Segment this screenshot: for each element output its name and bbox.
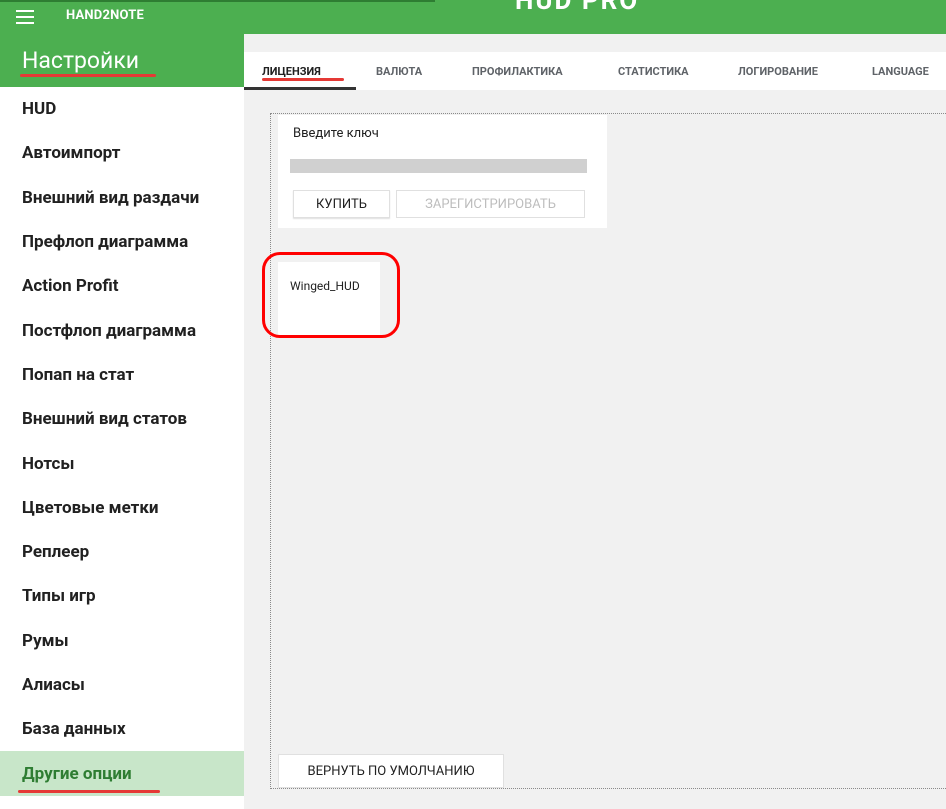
- license-key-label: Введите ключ: [293, 126, 379, 141]
- sidebar-item-label: Попап на стат: [22, 364, 135, 385]
- sidebar-item-label: Автоимпорт: [22, 143, 121, 164]
- sidebar-title-underline-annotation: [20, 74, 156, 77]
- tab-currency[interactable]: ВАЛЮТА: [356, 52, 454, 90]
- sidebar-item-label: HUD: [22, 99, 57, 120]
- sidebar-item-rooms[interactable]: Румы: [0, 619, 244, 663]
- tab-label: СТАТИСТИКА: [618, 64, 689, 78]
- sidebar-item-label: Реплеер: [22, 542, 90, 563]
- sidebar-title: Настройки: [22, 47, 140, 74]
- sidebar-item-label: Action Profit: [22, 276, 119, 297]
- sidebar-item-game-types[interactable]: Типы игр: [0, 574, 244, 618]
- sidebar-item-label: Цветовые метки: [22, 497, 159, 518]
- tab-license[interactable]: ЛИЦЕНЗИЯ: [244, 52, 356, 90]
- sidebar-item-other-options[interactable]: Другие опции: [0, 751, 244, 796]
- header-cutoff-text: HUD PRO: [515, 0, 640, 16]
- hamburger-menu-icon[interactable]: [16, 10, 34, 24]
- sidebar-nav: HUD Автоимпорт Внешний вид раздачи Префл…: [0, 87, 244, 796]
- sidebar-item-postflop-chart[interactable]: Постфлоп диаграмма: [0, 308, 244, 352]
- sidebar-header: Настройки: [0, 34, 244, 87]
- sidebar-item-replayer[interactable]: Реплеер: [0, 530, 244, 574]
- sidebar-item-label: Типы игр: [22, 586, 96, 607]
- sidebar-item-stats-appearance[interactable]: Внешний вид статов: [0, 397, 244, 441]
- tab-label: ЛИЦЕНЗИЯ: [262, 64, 321, 78]
- tab-label: ВАЛЮТА: [376, 64, 423, 78]
- sidebar-item-hud[interactable]: HUD: [0, 87, 244, 131]
- sidebar-item-autoimport[interactable]: Автоимпорт: [0, 131, 244, 175]
- tab-language[interactable]: LANGUAGE: [855, 52, 946, 90]
- tab-label: ЛОГИРОВАНИЕ: [738, 64, 818, 78]
- tab-label: ПРОФИЛАКТИКА: [472, 64, 563, 78]
- sidebar: Настройки HUD Автоимпорт Внешний вид раз…: [0, 34, 244, 809]
- sidebar-item-label: Постфлоп диаграмма: [22, 320, 197, 341]
- tab-logging[interactable]: ЛОГИРОВАНИЕ: [717, 52, 855, 90]
- sidebar-item-notes[interactable]: Нотсы: [0, 441, 244, 485]
- sidebar-item-label: Алиасы: [22, 675, 85, 695]
- register-button[interactable]: ЗАРЕГИСТРИРОВАТЬ: [396, 190, 585, 218]
- settings-tabs: ЛИЦЕНЗИЯ ВАЛЮТА ПРОФИЛАКТИКА СТАТИСТИКА …: [244, 52, 946, 90]
- sidebar-item-label: Внешний вид статов: [22, 409, 187, 430]
- tab-underline-annotation: [262, 78, 344, 81]
- sidebar-item-label: База данных: [22, 719, 126, 740]
- buy-button[interactable]: КУПИТЬ: [293, 190, 390, 218]
- top-bar-edge: [0, 0, 435, 2]
- sidebar-item-label: Румы: [22, 630, 69, 651]
- sidebar-item-database[interactable]: База данных: [0, 707, 244, 751]
- active-item-underline-annotation: [18, 789, 160, 793]
- app-window: HAND2NOTE HUD PRO Настройки HUD Автоимпо…: [0, 0, 946, 809]
- tab-maintenance[interactable]: ПРОФИЛАКТИКА: [454, 52, 600, 90]
- sidebar-item-label: Другие опции: [22, 763, 132, 784]
- sidebar-item-label: Внешний вид раздачи: [22, 187, 200, 208]
- sidebar-item-label: Нотсы: [22, 453, 75, 474]
- tab-label: LANGUAGE: [872, 64, 929, 78]
- tab-active-indicator: [244, 87, 356, 90]
- sidebar-item-preflop-chart[interactable]: Префлоп диаграмма: [0, 220, 244, 264]
- sidebar-item-label: Префлоп диаграмма: [22, 232, 189, 253]
- sidebar-item-stat-popup[interactable]: Попап на стат: [0, 353, 244, 397]
- license-name: Winged_HUD: [290, 279, 360, 293]
- license-key-input[interactable]: [290, 159, 587, 173]
- sidebar-item-hand-appearance[interactable]: Внешний вид раздачи: [0, 176, 244, 220]
- app-title: HAND2NOTE: [66, 8, 144, 23]
- sidebar-item-action-profit[interactable]: Action Profit: [0, 264, 244, 308]
- top-bar: HAND2NOTE HUD PRO: [0, 0, 946, 34]
- sidebar-item-aliases[interactable]: Алиасы: [0, 663, 244, 707]
- reset-defaults-button[interactable]: ВЕРНУТЬ ПО УМОЛЧАНИЮ: [278, 754, 504, 788]
- license-name-card: Winged_HUD: [278, 262, 380, 337]
- license-key-card: Введите ключ КУПИТЬ ЗАРЕГИСТРИРОВАТЬ: [278, 115, 607, 228]
- tab-statistics[interactable]: СТАТИСТИКА: [600, 52, 717, 90]
- sidebar-item-color-markers[interactable]: Цветовые метки: [0, 486, 244, 530]
